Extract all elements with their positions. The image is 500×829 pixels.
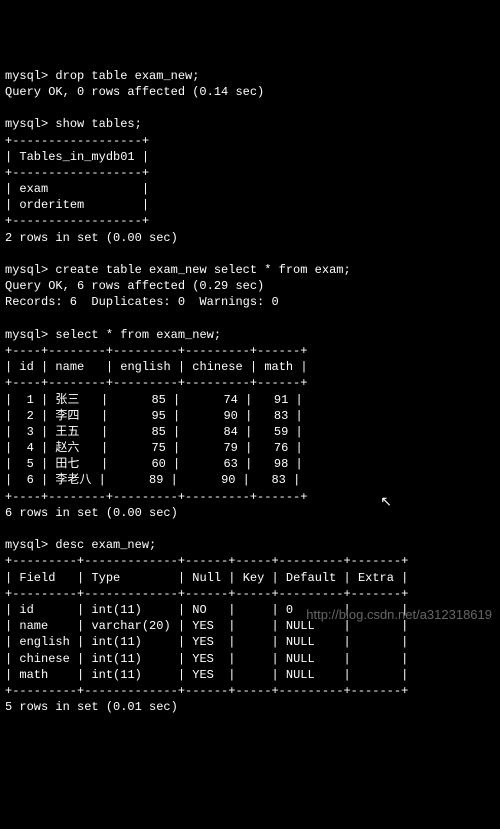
desc-footer: 5 rows in set (0.01 sec) xyxy=(5,700,178,714)
cell: 1 xyxy=(27,393,34,407)
cell: 84 xyxy=(223,425,237,439)
prompt: mysql> xyxy=(5,538,48,552)
cell: 田七 xyxy=(55,457,79,471)
cell: 4 xyxy=(27,441,34,455)
cell: 63 xyxy=(223,457,237,471)
result-drop: Query OK, 0 rows affected (0.14 sec) xyxy=(5,85,264,99)
cell: 5 xyxy=(27,457,34,471)
cell: 85 xyxy=(151,393,165,407)
cell: id xyxy=(19,603,33,617)
command-desc: desc exam_new; xyxy=(55,538,156,552)
command-create: create table exam_new select * from exam… xyxy=(55,263,350,277)
cell: NULL xyxy=(286,635,315,649)
desc-col: Type xyxy=(91,571,120,585)
prompt: mysql> xyxy=(5,328,48,342)
desc-col: Null xyxy=(192,571,221,585)
cell: 95 xyxy=(151,409,165,423)
cell: int(11) xyxy=(91,668,141,682)
cell: english xyxy=(19,635,69,649)
cell: 83 xyxy=(274,409,288,423)
cell: 2 xyxy=(27,409,34,423)
records-create: Records: 6 Duplicates: 0 Warnings: 0 xyxy=(5,295,279,309)
cell: YES xyxy=(192,652,214,666)
col-chinese: chinese xyxy=(192,360,242,374)
cell: 李老八 xyxy=(55,473,91,487)
desc-col: Extra xyxy=(358,571,394,585)
command-show: show tables; xyxy=(55,117,141,131)
cell: name xyxy=(19,619,48,633)
cell: 0 xyxy=(286,603,293,617)
cell: NO xyxy=(192,603,206,617)
cell: 王五 xyxy=(55,425,79,439)
cell: 60 xyxy=(151,457,165,471)
cell: 90 xyxy=(221,473,235,487)
cell: 98 xyxy=(274,457,288,471)
cell: NULL xyxy=(286,668,315,682)
desc-col: Field xyxy=(19,571,55,585)
cell: int(11) xyxy=(91,652,141,666)
cell: 74 xyxy=(223,393,237,407)
cell: varchar(20) xyxy=(91,619,170,633)
cell: 李四 xyxy=(55,409,79,423)
col-english: english xyxy=(120,360,170,374)
cell: math xyxy=(19,668,48,682)
command-select: select * from exam_new; xyxy=(55,328,221,342)
cell: 59 xyxy=(274,425,288,439)
col-math: math xyxy=(264,360,293,374)
cell: chinese xyxy=(19,652,69,666)
watermark: http://blog.csdn.net/a312318619 xyxy=(306,606,492,624)
cell: 90 xyxy=(223,409,237,423)
prompt: mysql> xyxy=(5,117,48,131)
desc-col: Key xyxy=(243,571,265,585)
cell: 76 xyxy=(274,441,288,455)
cell: 75 xyxy=(151,441,165,455)
cell: int(11) xyxy=(91,635,141,649)
cell: 张三 xyxy=(55,393,79,407)
cell: 3 xyxy=(27,425,34,439)
cell: YES xyxy=(192,619,214,633)
cell: int(11) xyxy=(91,603,141,617)
col-id: id xyxy=(19,360,33,374)
show-footer: 2 rows in set (0.00 sec) xyxy=(5,231,178,245)
cell: 79 xyxy=(223,441,237,455)
cell: 89 xyxy=(149,473,163,487)
cell: 赵六 xyxy=(55,441,79,455)
desc-col: Default xyxy=(286,571,336,585)
show-row: exam xyxy=(19,182,48,196)
prompt: mysql> xyxy=(5,263,48,277)
cell: YES xyxy=(192,635,214,649)
cell: 83 xyxy=(271,473,285,487)
result-create: Query OK, 6 rows affected (0.29 sec) xyxy=(5,279,264,293)
show-row: orderitem xyxy=(19,198,84,212)
cell: 85 xyxy=(151,425,165,439)
command-drop: drop table exam_new; xyxy=(55,69,199,83)
cell: NULL xyxy=(286,652,315,666)
col-name: name xyxy=(55,360,84,374)
prompt: mysql> xyxy=(5,69,48,83)
cell: 91 xyxy=(274,393,288,407)
cell: 6 xyxy=(27,473,34,487)
show-header: Tables_in_mydb01 xyxy=(19,150,134,164)
select-footer: 6 rows in set (0.00 sec) xyxy=(5,506,178,520)
cell: YES xyxy=(192,668,214,682)
